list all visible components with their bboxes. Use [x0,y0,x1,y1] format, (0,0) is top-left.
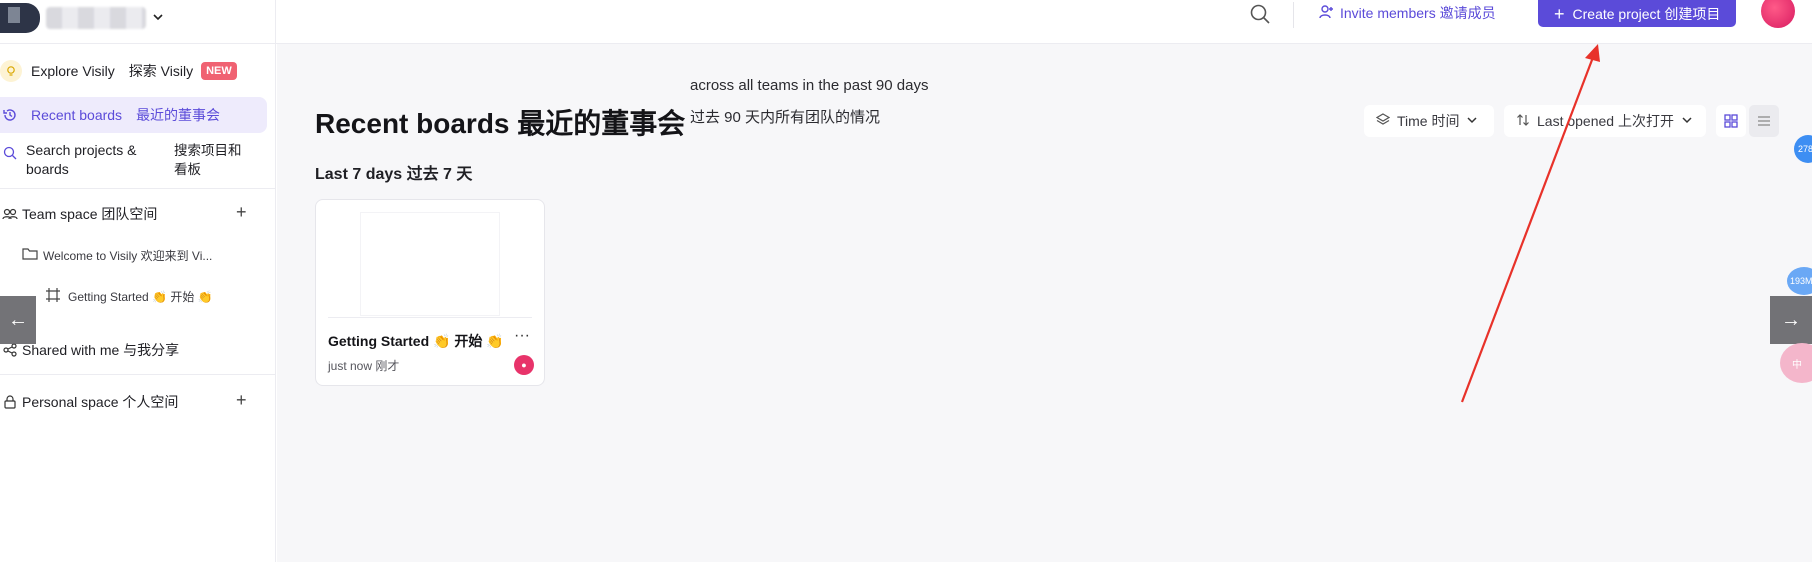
top-divider [275,0,276,44]
top-bar: Invite members 邀请成员 + Create project 创建项… [0,0,1812,44]
new-badge: NEW [201,62,237,80]
sidebar-item-label: Recent boards [31,107,123,123]
arrow-right-icon[interactable]: → [1770,296,1812,344]
time-filter-label: Time 时间 [1397,113,1460,129]
workspace-avatar [0,3,40,33]
arrow-left-icon[interactable]: ← [0,296,36,344]
main-content: Recent boards 最近的董事会 across all teams in… [277,44,1812,562]
search-icon[interactable] [1248,2,1274,28]
sidebar-item-label: Team space 团队空间 [22,206,158,222]
invite-icon [1318,4,1334,23]
invite-members-button[interactable]: Invite members 邀请成员 [1318,0,1496,26]
sidebar-item-team-space[interactable]: Team space 团队空间 [0,204,157,224]
sidebar-item-label-cn: 搜索项目和看板 [174,143,242,177]
sidebar-divider [0,374,276,375]
sidebar-item-label-cn: 最近的董事会 [136,107,221,123]
sidebar-divider [0,188,276,189]
board-card-title: Getting Started 👏 开始 👏 [328,333,504,349]
lock-icon [0,392,20,412]
add-team-item-button[interactable]: + [236,202,247,223]
tooltip-text-en: across all teams in the past 90 days [690,77,929,94]
sidebar-item-label: Welcome to Visily 欢迎来到 Vi... [43,249,213,263]
time-filter-dropdown[interactable]: Time 时间 [1364,105,1494,137]
grid-view-icon[interactable] [1716,105,1746,137]
sidebar-board-getting-started[interactable]: Getting Started 👏 开始 👏 [46,288,213,305]
sidebar-item-label: Getting Started 👏 开始 👏 [68,290,213,304]
add-personal-item-button[interactable]: + [236,390,247,411]
chevron-down-icon [152,11,164,26]
sidebar-item-label-cn: 探索 Visily [128,63,194,79]
board-owner-avatar: ● [514,355,534,375]
board-card[interactable]: Getting Started 👏 开始 👏 ··· just now 刚才 ● [315,199,545,386]
sort-dropdown[interactable]: Last opened 上次打开 [1504,105,1706,137]
sidebar-item-personal-space[interactable]: Personal space 个人空间 [0,392,178,412]
sidebar-item-search[interactable]: Search projects & boards 搜索项目和看板 [0,141,254,179]
tooltip-text-cn: 过去 90 天内所有团队的情况 [690,109,881,126]
board-card-time: just now 刚才 [328,359,400,373]
layers-icon [1375,112,1391,130]
create-project-button[interactable]: + Create project 创建项目 [1538,0,1737,27]
chevron-down-icon [1681,113,1693,129]
sidebar-item-label: Explore Visily [31,63,115,79]
sort-label: Last opened 上次打开 [1537,113,1674,129]
more-icon[interactable]: ··· [514,327,530,345]
workspace-name-redacted [46,7,146,29]
user-avatar[interactable] [1761,0,1795,28]
chevron-down-icon [1466,113,1478,129]
history-icon [0,105,20,125]
create-project-label: Create project 创建项目 [1572,5,1721,22]
bulb-icon [0,60,22,82]
frame-icon [46,288,60,305]
sidebar-item-recent-boards[interactable]: Recent boards 最近的董事会 [0,97,267,133]
team-icon [0,204,20,224]
plus-icon: + [1554,3,1565,24]
sidebar: Explore Visily 探索 Visily NEW Recent boar… [0,44,276,562]
board-thumbnail [328,208,532,318]
sidebar-item-label: Search projects & boards [26,142,137,177]
sort-icon [1516,113,1530,130]
invite-members-label: Invite members 邀请成员 [1340,5,1496,21]
list-view-icon[interactable] [1749,105,1779,137]
section-heading: Last 7 days 过去 7 天 [315,166,473,183]
sidebar-item-label: Shared with me 与我分享 [22,342,180,358]
search-icon [0,143,20,163]
sidebar-item-label: Personal space 个人空间 [22,394,179,410]
sidebar-folder-welcome[interactable]: Welcome to Visily 欢迎来到 Vi... [22,247,212,264]
workspace-switcher[interactable] [0,0,164,36]
page-title: Recent boards 最近的董事会 [315,108,686,139]
folder-icon [22,247,38,264]
board-thumbnail-frame [360,212,500,316]
sidebar-item-explore[interactable]: Explore Visily 探索 Visily NEW [0,60,237,82]
top-separator [1293,2,1294,28]
